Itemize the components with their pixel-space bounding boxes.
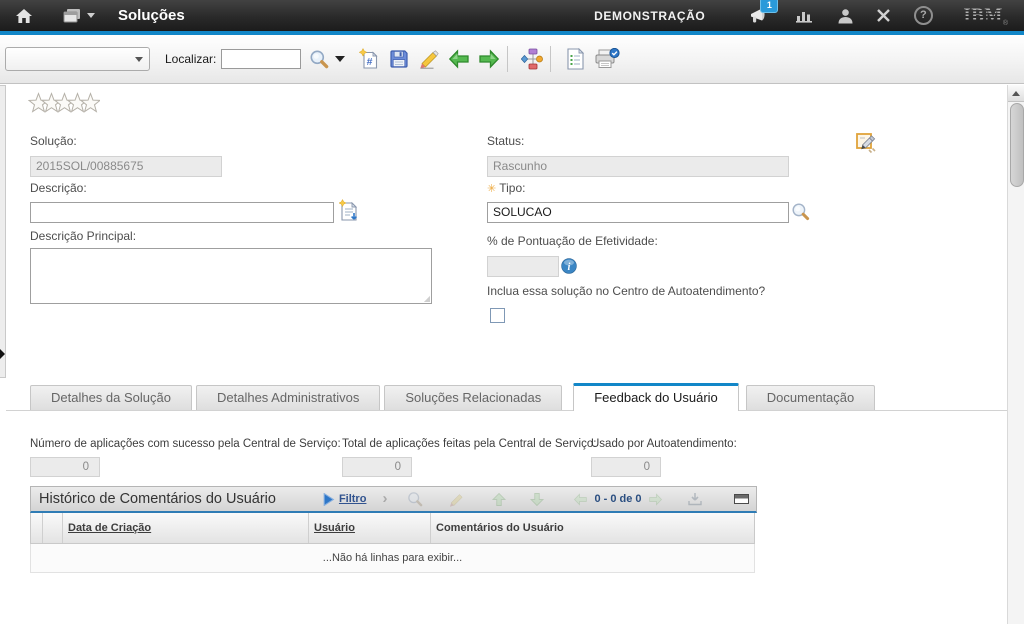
select-action-dropdown[interactable] <box>5 47 150 71</box>
scroll-up-arrow-icon <box>1012 91 1020 96</box>
filter-chevron-icon[interactable]: › <box>382 494 387 504</box>
info-icon[interactable]: i <box>561 258 577 279</box>
descricao-principal-textarea[interactable]: ◢ <box>30 248 432 304</box>
tipo-select-value-icon[interactable] <box>791 202 811 227</box>
stat-sucesso-value: 0 <box>30 457 100 477</box>
required-asterisk-icon: ✳ <box>487 183 496 195</box>
stat-total-label: Total de aplicações feitas pela Central … <box>342 438 596 450</box>
previous-record-icon[interactable] <box>447 46 471 72</box>
vertical-scrollbar[interactable] <box>1007 85 1024 624</box>
collapse-table-button[interactable] <box>734 494 749 504</box>
save-icon[interactable] <box>387 46 411 72</box>
row-select-column-header <box>43 513 63 543</box>
tipo-input[interactable]: SOLUCAO <box>487 202 789 223</box>
comments-table-header-row: Data de Criação Usuário Comentários do U… <box>30 513 755 544</box>
profile-icon[interactable] <box>833 4 857 28</box>
edit-status-icon[interactable] <box>856 133 880 160</box>
record-tabs: Detalhes da Solução Detalhes Administrat… <box>6 382 1007 411</box>
search-options-caret-icon[interactable] <box>335 56 345 62</box>
descricao-principal-label: Descrição Principal: <box>30 229 136 243</box>
previous-page-icon <box>573 493 588 506</box>
row-detail-column-header <box>31 513 43 543</box>
comments-table-empty-row: ...Não há linhas para exibir... <box>30 544 755 573</box>
tab-feedback-do-usuario[interactable]: Feedback do Usuário <box>573 383 739 411</box>
select-action-caret-icon <box>135 57 143 62</box>
stat-autoatendimento-label: Usado por Autoatendimento: <box>591 438 737 450</box>
svg-text:i: i <box>568 262 571 273</box>
toolbar-separator <box>550 46 551 72</box>
ibm-logo: IBM® <box>963 5 1008 27</box>
move-row-up-icon <box>491 492 507 507</box>
clear-changes-icon[interactable] <box>417 46 441 72</box>
move-row-down-icon <box>529 492 545 507</box>
filter-arrow-icon <box>322 493 335 506</box>
tab-solucoes-relacionadas[interactable]: Soluções Relacionadas <box>384 385 562 410</box>
scroll-up-button[interactable] <box>1008 85 1024 102</box>
solucao-field: 2015SOL/00885675 <box>30 156 222 177</box>
reports-chart-icon[interactable] <box>793 4 817 28</box>
filter-link: Filtro <box>339 493 367 505</box>
table-search-icon <box>407 491 424 508</box>
next-page-icon <box>648 493 663 506</box>
filter-toggle[interactable]: Filtro <box>322 493 367 506</box>
table-edit-icon <box>448 492 465 507</box>
long-description-icon[interactable] <box>338 199 360 228</box>
run-reports-icon[interactable] <box>563 46 587 72</box>
close-icon[interactable] <box>871 4 895 28</box>
tab-detalhes-administrativos[interactable]: Detalhes Administrativos <box>196 385 380 410</box>
solutions-app-page: Soluções DEMONSTRAÇÃO 1 <box>0 0 1024 624</box>
solution-rating-stars[interactable] <box>28 92 100 120</box>
home-icon[interactable] <box>12 4 36 28</box>
print-icon[interactable] <box>593 46 621 72</box>
expand-arrow-icon <box>0 349 5 359</box>
tipo-label: ✳Tipo: <box>487 181 525 195</box>
pontuacao-field <box>487 256 559 277</box>
new-record-icon[interactable]: # <box>357 46 381 72</box>
tab-documentacao[interactable]: Documentação <box>746 385 875 410</box>
column-header-comentarios: Comentários do Usuário <box>431 513 754 543</box>
localizar-label: Localizar: <box>165 52 216 66</box>
descricao-label: Descrição: <box>30 181 87 195</box>
search-icon[interactable] <box>307 46 331 72</box>
environment-label: DEMONSTRAÇÃO <box>594 9 705 23</box>
localizar-input[interactable] <box>221 49 301 69</box>
scrollbar-thumb[interactable] <box>1010 103 1024 187</box>
minimize-icon <box>734 494 749 504</box>
autoatendimento-checkbox[interactable] <box>490 308 505 323</box>
solucao-label: Solução: <box>30 134 77 148</box>
pontuacao-label: % de Pontuação de Efetividade: <box>487 234 658 248</box>
app-title: Soluções <box>118 7 185 24</box>
descricao-input[interactable] <box>30 202 334 223</box>
resize-grip-icon[interactable]: ◢ <box>424 294 430 303</box>
notification-badge: 1 <box>760 0 778 13</box>
comments-table-toolbar: Histórico de Comentários do Usuário Filt… <box>30 486 757 513</box>
tab-detalhes-da-solucao[interactable]: Detalhes da Solução <box>30 385 192 410</box>
download-icon <box>687 492 703 506</box>
stat-total-value: 0 <box>342 457 412 477</box>
empty-message: ...Não há linhas para exibir... <box>323 552 462 564</box>
status-field: Rascunho <box>487 156 789 177</box>
stat-autoatendimento-value: 0 <box>591 457 661 477</box>
announcements-icon[interactable]: 1 <box>747 4 771 28</box>
svg-text:#: # <box>367 56 373 68</box>
help-icon[interactable]: ? <box>911 4 935 28</box>
status-label: Status: <box>487 134 524 148</box>
autoatendimento-label: Inclua essa solução no Centro de Autoate… <box>487 284 765 298</box>
next-record-icon[interactable] <box>477 46 501 72</box>
action-toolbar: Localizar: # <box>0 35 1024 84</box>
go-to-caret-icon <box>87 13 95 18</box>
comments-table-title: Histórico de Comentários do Usuário <box>39 491 276 507</box>
stat-sucesso-label: Número de aplicações com sucesso pela Ce… <box>30 438 341 450</box>
top-navbar: Soluções DEMONSTRAÇÃO 1 <box>0 0 1024 35</box>
workflow-icon[interactable] <box>520 46 544 72</box>
side-panel-collapse-handle[interactable] <box>0 85 6 378</box>
go-to-applications-icon[interactable] <box>62 4 96 28</box>
column-header-usuario[interactable]: Usuário <box>309 513 431 543</box>
column-header-data-de-criacao[interactable]: Data de Criação <box>63 513 309 543</box>
toolbar-separator <box>507 46 508 72</box>
pagination-label: 0 - 0 de 0 <box>594 493 641 505</box>
